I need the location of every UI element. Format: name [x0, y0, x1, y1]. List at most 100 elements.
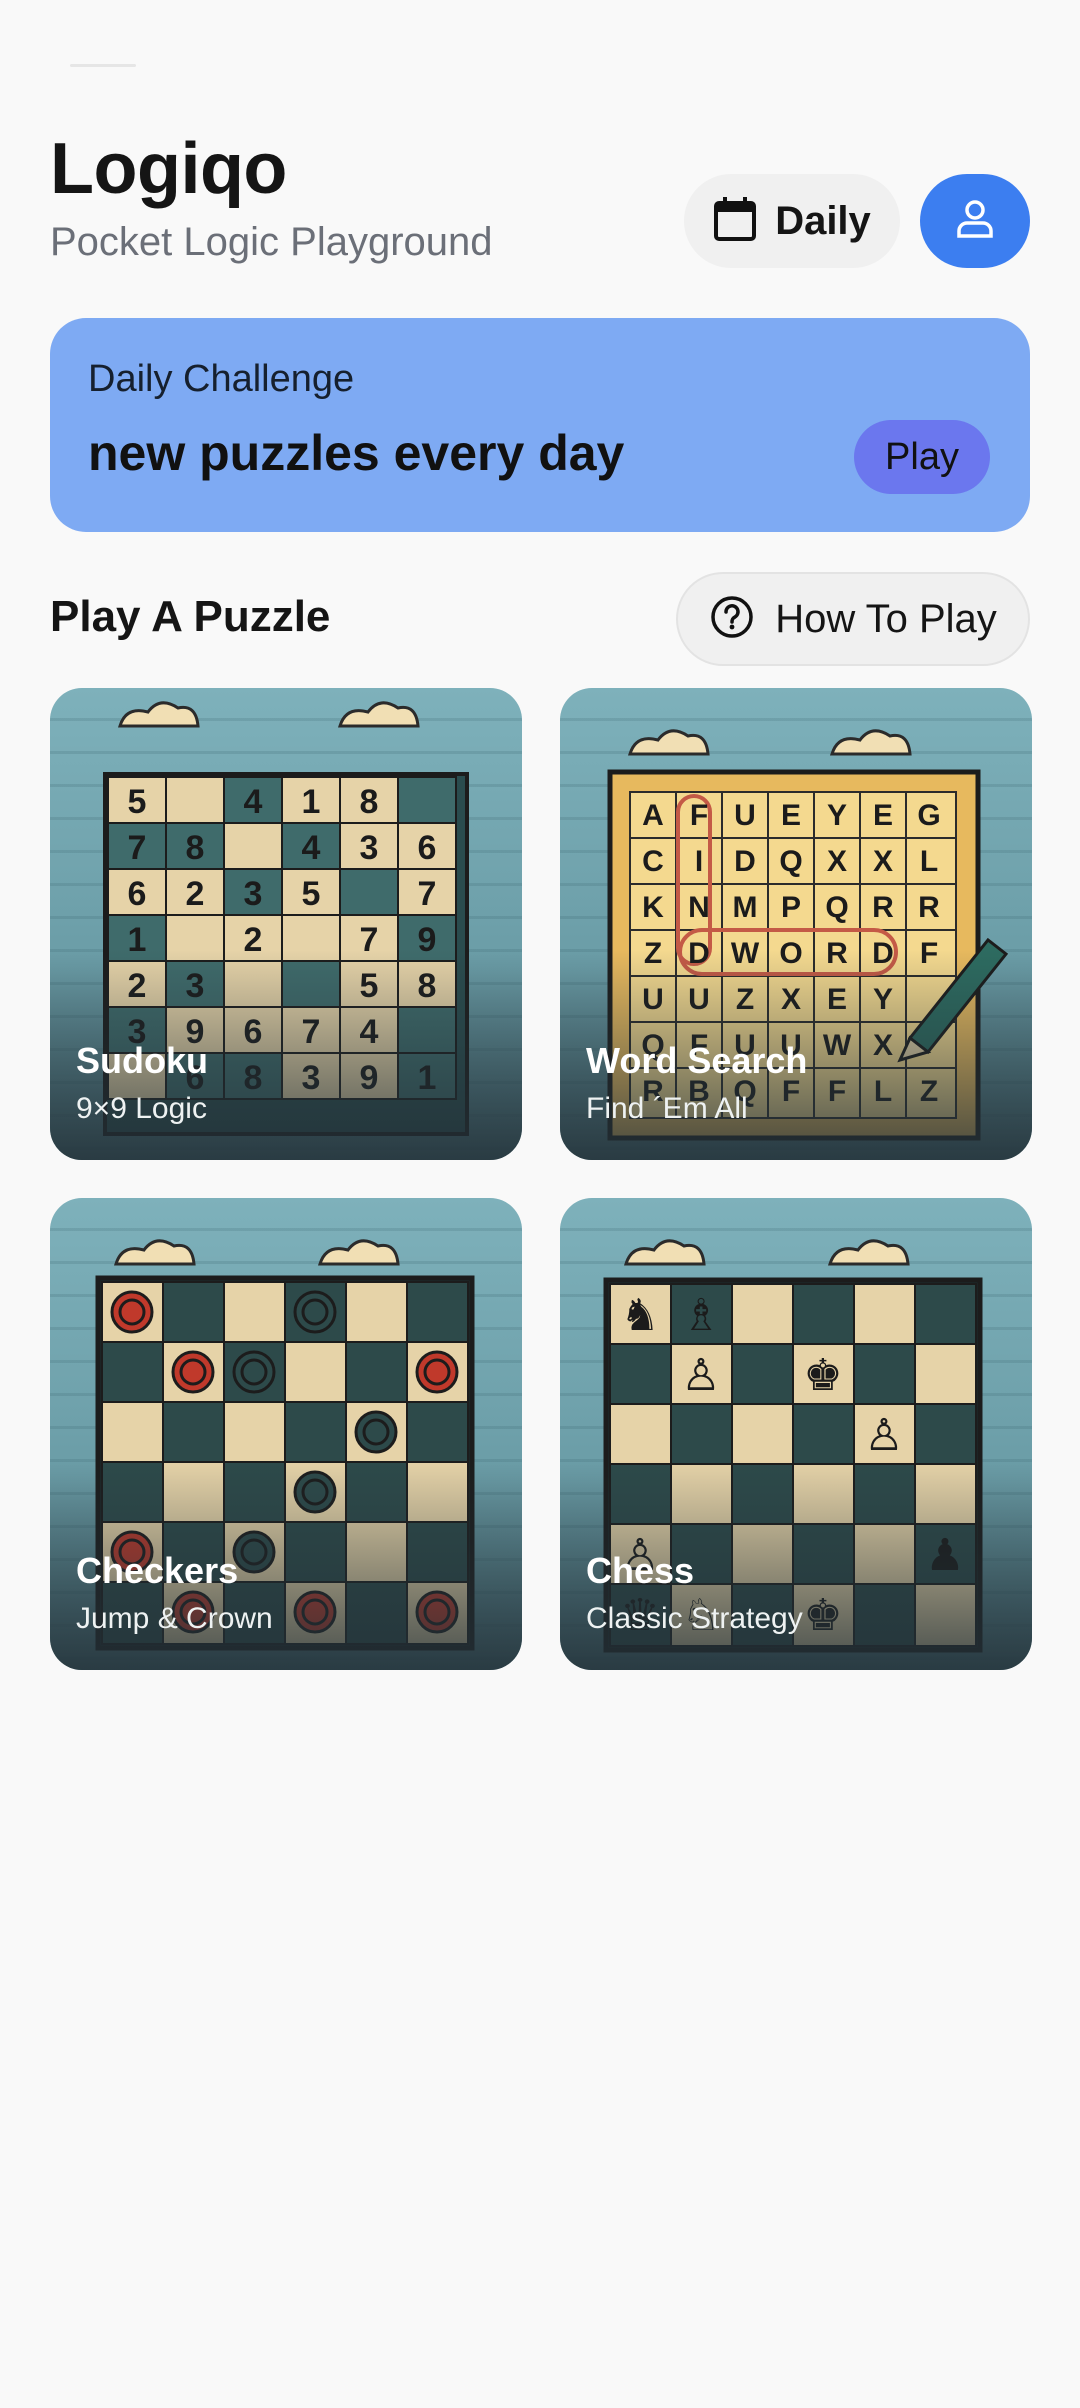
banner-kicker: Daily Challenge	[88, 358, 355, 400]
svg-text:7: 7	[302, 1013, 321, 1051]
svg-text:I: I	[695, 845, 703, 878]
how-to-play-label: How To Play	[775, 596, 997, 641]
svg-text:W: W	[731, 937, 760, 970]
svg-text:L: L	[874, 1075, 892, 1108]
svg-text:Z: Z	[920, 1075, 938, 1108]
puzzle-card-sudoku[interactable]: 5418 78436 62357 1279 2358 39674 68391 S…	[50, 688, 522, 1160]
svg-text:X: X	[781, 983, 801, 1016]
user-icon	[954, 198, 996, 245]
svg-text:U: U	[734, 799, 756, 832]
svg-text:D: D	[734, 845, 756, 878]
svg-text:9: 9	[360, 1059, 379, 1097]
svg-text:7: 7	[128, 829, 147, 867]
svg-text:U: U	[688, 983, 710, 1016]
svg-text:9: 9	[418, 921, 437, 959]
svg-text:2: 2	[244, 921, 263, 959]
section-title: Play A Puzzle	[50, 592, 331, 641]
card-title: Word Search	[586, 1040, 808, 1081]
svg-text:G: G	[917, 799, 940, 832]
svg-text:3: 3	[186, 967, 205, 1005]
svg-text:2: 2	[186, 875, 205, 913]
svg-text:E: E	[781, 799, 801, 832]
svg-text:Z: Z	[736, 983, 754, 1016]
svg-text:8: 8	[186, 829, 205, 867]
word-search-illustration: AFUEYEG CIDQXXL KNMPQRR ZDWORDF UUZXEY Q…	[607, 729, 1009, 1141]
svg-text:1: 1	[128, 921, 147, 959]
card-subtitle: Find ´Em All	[586, 1092, 748, 1125]
how-to-play-button[interactable]: How To Play	[676, 572, 1030, 666]
play-button[interactable]: Play	[854, 420, 990, 494]
svg-text:8: 8	[418, 967, 437, 1005]
svg-text:7: 7	[418, 875, 437, 913]
svg-text:4: 4	[302, 829, 321, 867]
svg-text:6: 6	[418, 829, 437, 867]
card-subtitle: Jump & Crown	[76, 1602, 273, 1635]
svg-text:K: K	[642, 891, 664, 924]
svg-text:5: 5	[128, 783, 147, 821]
svg-text:F: F	[828, 1075, 846, 1108]
svg-text:5: 5	[360, 967, 379, 1005]
svg-text:D: D	[688, 937, 710, 970]
svg-text:X: X	[827, 845, 847, 878]
svg-text:8: 8	[360, 783, 379, 821]
card-title: Checkers	[76, 1550, 239, 1591]
svg-text:L: L	[920, 845, 938, 878]
calendar-icon	[713, 196, 757, 247]
svg-text:A: A	[642, 799, 664, 832]
svg-text:N: N	[688, 891, 710, 924]
daily-challenge-banner[interactable]: Daily Challenge new puzzles every day Pl…	[50, 318, 1030, 532]
svg-text:Z: Z	[644, 937, 662, 970]
chess-board-illustration: ♞ ♗ ♙ ♚ ♙ ♙ ♟ ♛ ♘ ♚	[603, 1239, 983, 1653]
svg-text:O: O	[779, 937, 802, 970]
profile-button[interactable]	[920, 174, 1030, 268]
svg-text:R: R	[918, 891, 940, 924]
svg-text:4: 4	[360, 1013, 379, 1051]
svg-text:X: X	[873, 845, 893, 878]
svg-text:♚: ♚	[803, 1590, 842, 1641]
svg-text:E: E	[827, 983, 847, 1016]
card-subtitle: Classic Strategy	[586, 1602, 803, 1635]
banner-headline: new puzzles every day	[88, 425, 625, 481]
card-title: Sudoku	[76, 1040, 208, 1081]
sudoku-board-illustration: 5418 78436 62357 1279 2358 39674 68391	[103, 701, 469, 1136]
svg-text:♞: ♞	[620, 1290, 659, 1341]
svg-text:♙: ♙	[864, 1410, 903, 1461]
svg-text:7: 7	[360, 921, 379, 959]
svg-text:4: 4	[244, 783, 263, 821]
svg-text:8: 8	[244, 1059, 263, 1097]
app-title: Logiqo	[50, 129, 287, 209]
svg-text:♚: ♚	[803, 1350, 842, 1401]
card-subtitle: 9×9 Logic	[76, 1092, 207, 1125]
svg-text:R: R	[872, 891, 894, 924]
checkers-board-illustration	[95, 1239, 475, 1651]
svg-text:R: R	[826, 937, 848, 970]
svg-text:♗: ♗	[681, 1290, 720, 1341]
svg-text:Q: Q	[825, 891, 848, 924]
status-bar-indicator	[70, 64, 136, 67]
puzzle-card-word-search[interactable]: AFUEYEG CIDQXXL KNMPQRR ZDWORDF UUZXEY Q…	[560, 688, 1032, 1160]
svg-text:2: 2	[128, 967, 147, 1005]
svg-text:6: 6	[128, 875, 147, 913]
svg-text:6: 6	[244, 1013, 263, 1051]
svg-text:♙: ♙	[681, 1350, 720, 1401]
svg-text:D: D	[872, 937, 894, 970]
svg-text:P: P	[781, 891, 801, 924]
svg-text:3: 3	[302, 1059, 321, 1097]
svg-text:E: E	[873, 799, 893, 832]
svg-text:X: X	[873, 1029, 893, 1062]
svg-text:Y: Y	[827, 799, 847, 832]
help-icon	[709, 594, 755, 645]
daily-button[interactable]: Daily	[684, 174, 900, 268]
puzzle-card-checkers[interactable]: Checkers Jump & Crown	[50, 1198, 522, 1670]
svg-text:U: U	[642, 983, 664, 1016]
card-title: Chess	[586, 1550, 695, 1591]
svg-text:3: 3	[244, 875, 263, 913]
daily-label: Daily	[775, 198, 871, 243]
svg-text:3: 3	[360, 829, 379, 867]
svg-text:1: 1	[302, 783, 321, 821]
svg-text:F: F	[690, 799, 708, 832]
puzzle-card-chess[interactable]: ♞ ♗ ♙ ♚ ♙ ♙ ♟ ♛ ♘ ♚ Chess Classic Strate…	[560, 1198, 1032, 1670]
svg-text:1: 1	[418, 1059, 437, 1097]
svg-text:5: 5	[302, 875, 321, 913]
svg-text:F: F	[920, 937, 938, 970]
